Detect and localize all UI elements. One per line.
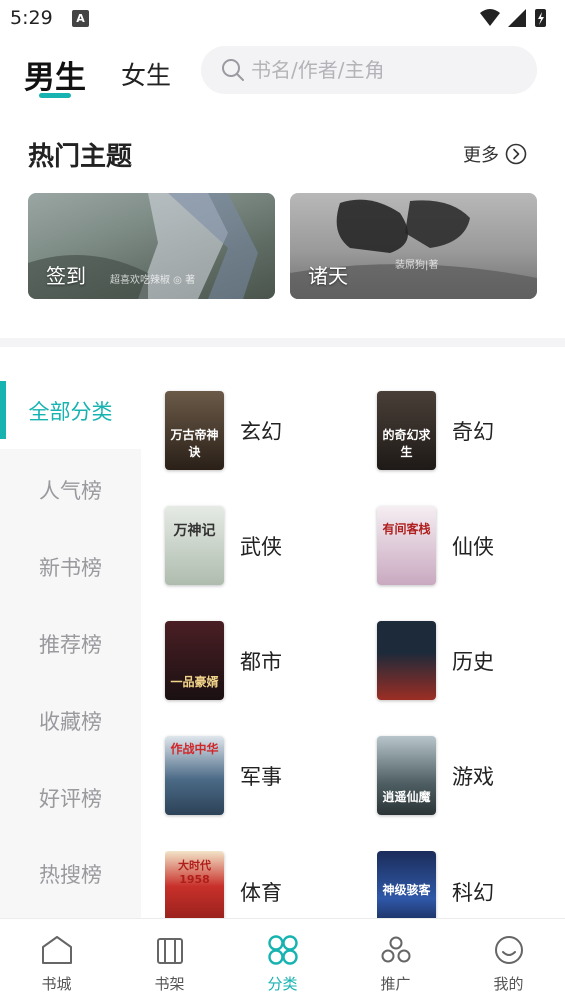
nav-bookshelf[interactable]: 书架 (113, 919, 226, 1004)
book-cover: 神级骇客 (377, 851, 436, 919)
genre-xuanhuan[interactable]: 万古帝神诀 玄幻 (165, 391, 282, 470)
book-cover: 的奇幻求生 (377, 391, 436, 470)
hot-topics-title: 热门主题 (28, 142, 133, 172)
genre-wuxia[interactable]: 万神记 武侠 (165, 506, 282, 585)
active-tab-indicator (39, 93, 71, 98)
book-cover: 万神记 (165, 506, 224, 585)
notification-icon: A (72, 10, 89, 27)
genre-lishi[interactable]: 历史 (377, 621, 494, 700)
book-cover (377, 621, 436, 700)
nav-label: 书城 (41, 975, 72, 993)
nav-label: 书架 (154, 975, 185, 993)
genre-label: 玄幻 (240, 419, 282, 444)
genre-label: 武侠 (240, 534, 282, 559)
genre-xianxia[interactable]: 有间客栈 仙侠 (377, 506, 494, 585)
cover-title: 万古帝神诀 (170, 428, 219, 459)
category-top-rated[interactable]: 好评榜 (0, 783, 141, 813)
category-popular[interactable]: 人气榜 (0, 475, 141, 505)
genre-qihuan[interactable]: 的奇幻求生 奇幻 (377, 391, 494, 470)
genre-dushi[interactable]: 一品豪婿 都市 (165, 621, 282, 700)
topic-label: 诸天 (308, 264, 348, 288)
genre-junshi[interactable]: 作战中华 军事 (165, 736, 282, 815)
wifi-icon (480, 9, 500, 26)
genre-label: 历史 (452, 649, 494, 674)
category-favorites[interactable]: 收藏榜 (0, 706, 141, 736)
genre-label: 奇幻 (452, 419, 494, 444)
nav-label: 推广 (380, 975, 411, 993)
cover-title: 神级骇客 (382, 883, 431, 897)
genre-label: 科幻 (452, 881, 494, 905)
topic-caption: 超喜欢吃辣椒 ◎ 著 (110, 275, 196, 286)
nav-profile[interactable]: 我的 (452, 919, 565, 1004)
book-cover: 万古帝神诀 (165, 391, 224, 470)
chevron-right-circle-icon (505, 143, 527, 165)
book-cover: 大时代1958 (165, 851, 224, 919)
home-icon (42, 936, 72, 964)
genre-label: 都市 (240, 649, 282, 674)
book-cover: 逍遥仙魔 (377, 736, 436, 815)
cover-title: 的奇幻求生 (382, 428, 431, 459)
category-new-books[interactable]: 新书榜 (0, 552, 141, 582)
genre-label: 体育 (240, 881, 282, 905)
genre-label: 仙侠 (452, 534, 494, 559)
cover-title: 逍遥仙魔 (382, 790, 431, 804)
search-bar[interactable] (201, 46, 537, 94)
promote-icon (381, 936, 411, 963)
bottom-navigation: 书城 书架 分类 推广 我的 (0, 918, 565, 1004)
topic-card-zhutian[interactable]: 诸天 装屌狗|著 (290, 193, 537, 299)
cover-title: 万神记 (173, 523, 216, 539)
cover-title: 大时代1958 (178, 859, 211, 886)
category-icon (268, 935, 298, 965)
cover-title: 有间客栈 (382, 522, 431, 536)
nav-label: 分类 (267, 975, 298, 993)
tab-male[interactable]: 男生 (24, 52, 86, 97)
system-status-icons (480, 9, 546, 27)
tab-female[interactable]: 女生 (121, 56, 171, 92)
category-recommended[interactable]: 推荐榜 (0, 629, 141, 659)
genre-label: 军事 (240, 764, 282, 789)
status-bar: 5:29 A (0, 0, 565, 38)
cover-title: 作战中华 (170, 742, 219, 756)
nav-label: 我的 (493, 975, 524, 993)
genre-label: 游戏 (452, 764, 494, 789)
profile-icon (495, 936, 523, 964)
topic-label: 签到 (46, 264, 86, 288)
genre-youxi[interactable]: 逍遥仙魔 游戏 (377, 736, 494, 815)
genre-tiyu[interactable]: 大时代1958 体育 (165, 851, 282, 919)
cover-title: 一品豪婿 (170, 675, 219, 689)
category-all[interactable]: 全部分类 (0, 396, 141, 426)
status-time: 5:29 (10, 7, 53, 29)
topic-caption: 装屌狗|著 (395, 260, 439, 271)
section-divider (0, 338, 565, 347)
search-input[interactable] (251, 46, 521, 94)
nav-category[interactable]: 分类 (226, 919, 339, 1004)
category-hot-search[interactable]: 热搜榜 (0, 859, 141, 889)
more-button[interactable]: 更多 (463, 141, 527, 167)
book-cover: 有间客栈 (377, 506, 436, 585)
bookshelf-icon (157, 938, 183, 964)
topic-card-signin[interactable]: 签到 超喜欢吃辣椒 ◎ 著 (28, 193, 275, 299)
nav-bookstore[interactable]: 书城 (0, 919, 113, 1004)
search-icon (222, 59, 244, 81)
book-cover: 作战中华 (165, 736, 224, 815)
more-label: 更多 (463, 145, 499, 166)
genre-kehuan[interactable]: 神级骇客 科幻 (377, 851, 494, 919)
book-cover: 一品豪婿 (165, 621, 224, 700)
cellular-icon (508, 9, 526, 27)
nav-promote[interactable]: 推广 (339, 919, 452, 1004)
